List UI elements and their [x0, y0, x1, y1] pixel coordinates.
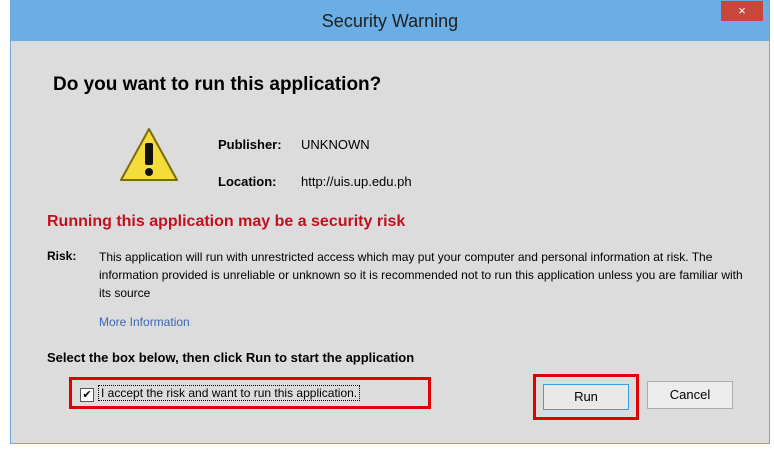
- risk-description: This application will run with unrestric…: [99, 250, 743, 300]
- close-icon: ×: [738, 3, 746, 18]
- risk-label: Risk:: [47, 249, 77, 263]
- dialog-content: Do you want to run this application? Pub…: [11, 41, 769, 443]
- accept-label[interactable]: I accept the risk and want to run this a…: [98, 385, 361, 401]
- publisher-label: Publisher:: [218, 137, 282, 152]
- accept-highlight: ✔ I accept the risk and want to run this…: [69, 377, 431, 409]
- close-button[interactable]: ×: [721, 1, 763, 21]
- warning-icon: [120, 128, 178, 181]
- location-label: Location:: [218, 174, 277, 189]
- title-bar: Security Warning ×: [11, 1, 769, 41]
- window-title: Security Warning: [321, 11, 459, 31]
- publisher-value: UNKNOWN: [301, 137, 370, 152]
- accept-checkbox[interactable]: ✔: [80, 388, 94, 402]
- more-information-link[interactable]: More Information: [99, 315, 190, 329]
- risk-heading: Running this application may be a securi…: [47, 213, 406, 230]
- run-highlight: Run: [533, 374, 639, 420]
- dialog-heading: Do you want to run this application?: [53, 74, 382, 95]
- location-value: http://uis.up.edu.ph: [301, 174, 412, 189]
- cancel-button[interactable]: Cancel: [647, 381, 733, 409]
- instruction-text: Select the box below, then click Run to …: [47, 350, 415, 365]
- run-button[interactable]: Run: [543, 384, 629, 410]
- security-warning-dialog: Security Warning × Do you want to run th…: [10, 0, 770, 444]
